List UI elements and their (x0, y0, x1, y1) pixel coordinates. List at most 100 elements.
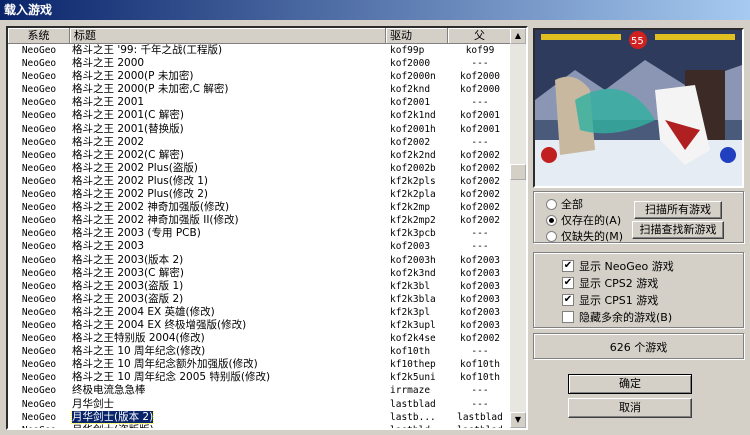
cell-driver: kf10thep (390, 359, 436, 371)
cell-driver: kof2002b (390, 162, 436, 174)
cell-parent: kof2003 (459, 254, 501, 266)
cell-system: NeoGeo (21, 306, 57, 318)
checkbox-cps1[interactable]: ✔ 显示 CPS1 游戏 (562, 292, 658, 308)
table-row[interactable]: NeoGeo 格斗之王 2001(C 解密) kof2k1nd kof2001 (8, 109, 512, 122)
preview-timer: 55 (631, 36, 644, 47)
table-row[interactable]: NeoGeo 格斗之王 2003 (专用 PCB) kf2k3pcb --- (8, 227, 512, 240)
table-row[interactable]: NeoGeo 格斗之王 2003(盗版 1) kf2k3bl kof2003 (8, 280, 512, 293)
column-header-system[interactable]: 系统 (8, 28, 70, 44)
cell-system: NeoGeo (21, 123, 57, 135)
cell-title: 格斗之王 2002 神奇加强版(修改) (72, 201, 230, 214)
cell-driver: kof2k2nd (390, 149, 436, 161)
cell-driver: kof2knd (390, 84, 431, 96)
cell-title: 格斗之王 2003(盗版 1) (72, 279, 184, 292)
scroll-down-button[interactable]: ▼ (510, 412, 526, 428)
table-row[interactable]: NeoGeo 月华剑士(版本 2) lastb... lastblad (8, 410, 512, 424)
check-icon: ✔ (562, 277, 574, 289)
cell-title: 格斗之王 2002 Plus(修改 1) (72, 174, 208, 187)
cancel-button[interactable]: 取消 (568, 398, 692, 418)
table-row[interactable]: NeoGeo 格斗之王 2001 kof2001 --- (8, 96, 512, 109)
table-row[interactable]: NeoGeo 格斗之王 2002 Plus(修改 1) kf2k2pls kof200… (8, 175, 512, 188)
cell-system: NeoGeo (21, 45, 57, 56)
game-list[interactable]: 系统 标题 驱动 父 NeoGeo 格斗之王 '99: 千年之战(工程版) kof9… (6, 26, 528, 430)
scroll-thumb[interactable] (510, 164, 526, 180)
table-row[interactable]: NeoGeo 格斗之王 2002 Plus(修改 2) kf2k2pla kof200… (8, 188, 512, 201)
column-header-driver[interactable]: 驱动 (386, 28, 448, 44)
cell-driver: kof99p (390, 45, 425, 56)
cell-driver: kof2003 (390, 241, 431, 253)
checkbox-neogeo[interactable]: ✔ 显示 NeoGeo 游戏 (562, 258, 674, 274)
radio-missing-only[interactable]: 仅缺失的(M) (546, 228, 623, 244)
cell-title: 格斗之王 10 周年纪念 2005 特别版(修改) (72, 371, 271, 384)
cell-title: 格斗之王 2002 (72, 135, 145, 148)
radio-existing-only[interactable]: 仅存在的(A) (546, 212, 621, 228)
table-row[interactable]: NeoGeo 格斗之王 2000(P 未加密) kof2000n kof2000 (8, 70, 512, 83)
cell-system: NeoGeo (21, 110, 57, 122)
table-row[interactable]: NeoGeo 格斗之王 2002 神奇加强版(修改) kf2k2mp kof2002 (8, 201, 512, 214)
cell-driver: kf2k2pls (390, 175, 436, 187)
cell-driver: kof2001 (390, 97, 431, 109)
table-row[interactable]: NeoGeo 格斗之王 2004 EX 英雄(修改) kf2k3pl kof2003 (8, 306, 512, 319)
cell-title: 月华剑士(盗版版) (72, 423, 154, 430)
cell-title: 格斗之王 10 周年纪念(修改) (72, 345, 206, 358)
cell-system: NeoGeo (21, 162, 57, 174)
cell-driver: kof2k4se (390, 333, 436, 345)
table-row[interactable]: NeoGeo 格斗之王 2002 Plus(盗版) kof2002b kof2002 (8, 162, 512, 175)
cell-parent: kof2002 (459, 149, 501, 161)
vertical-scrollbar[interactable]: ▲ ▼ (510, 28, 526, 428)
cell-parent: --- (471, 241, 489, 253)
table-row[interactable]: NeoGeo 格斗之王 2001(替换版) kof2001h kof2001 (8, 123, 512, 136)
cell-title: 格斗之王 2001(替换版) (72, 122, 184, 135)
cell-title: 格斗之王 2004 EX 终极增强版(修改) (72, 318, 247, 331)
ok-button[interactable]: 确定 (568, 374, 692, 394)
cell-system: NeoGeo (21, 359, 57, 371)
cell-system: NeoGeo (21, 189, 57, 201)
cell-system: NeoGeo (21, 228, 57, 240)
table-row[interactable]: NeoGeo 格斗之王 2004 EX 终极增强版(修改) kf2k3upl kof2… (8, 319, 512, 332)
cell-system: NeoGeo (21, 241, 57, 253)
table-row[interactable]: NeoGeo 格斗之王特别版 2004(修改) kof2k4se kof2002 (8, 332, 512, 345)
cell-system: NeoGeo (21, 319, 57, 331)
cell-parent: kof2002 (459, 189, 501, 201)
table-row[interactable]: NeoGeo 格斗之王 2003 kof2003 --- (8, 240, 512, 253)
cell-parent: kof2002 (459, 202, 501, 214)
scan-all-button[interactable]: 扫描所有游戏 (634, 201, 722, 219)
table-row[interactable]: NeoGeo 格斗之王 2002 kof2002 --- (8, 136, 512, 149)
cell-title: 格斗之王 2003 (专用 PCB) (72, 227, 201, 240)
cell-title: 格斗之王 2000(P 未加密,C 解密) (72, 83, 229, 96)
radio-all[interactable]: 全部 (546, 196, 583, 212)
table-row[interactable]: NeoGeo 格斗之王 2000 kof2000 --- (8, 57, 512, 70)
cell-title: 格斗之王 2004 EX 英雄(修改) (72, 305, 215, 318)
cell-parent: --- (471, 385, 489, 397)
cell-system: NeoGeo (21, 346, 57, 358)
table-row[interactable]: NeoGeo 格斗之王 2003(盗版 2) kf2k3bla kof2003 (8, 293, 512, 306)
checkbox-hide-extra[interactable]: 隐藏多余的游戏(B) (562, 309, 672, 325)
cell-title: 月华剑士 (72, 397, 114, 410)
table-row[interactable]: NeoGeo 格斗之王 10 周年纪念额外加强版(修改) kf10thep kof10… (8, 358, 512, 371)
checkbox-cps2[interactable]: ✔ 显示 CPS2 游戏 (562, 275, 658, 291)
table-row[interactable]: NeoGeo 格斗之王 10 周年纪念 2005 特别版(修改) kf2k5uni k… (8, 371, 512, 384)
column-header-parent[interactable]: 父 (448, 28, 512, 44)
cell-parent: --- (471, 58, 489, 70)
cell-parent: --- (471, 346, 489, 358)
table-row[interactable]: NeoGeo 格斗之王 2003(版本 2) kof2003h kof2003 (8, 254, 512, 267)
cell-system: NeoGeo (21, 333, 57, 345)
table-row[interactable]: NeoGeo 格斗之王 2000(P 未加密,C 解密) kof2knd kof200… (8, 83, 512, 96)
cell-driver: kf2k3pl (390, 306, 431, 318)
table-row[interactable]: NeoGeo 格斗之王 10 周年纪念(修改) kof10th --- (8, 345, 512, 358)
table-row[interactable]: NeoGeo 格斗之王 2003(C 解密) kof2k3nd kof2003 (8, 267, 512, 280)
cell-driver: kof10th (390, 346, 431, 358)
table-row[interactable]: NeoGeo 格斗之王 '99: 千年之战(工程版) kof99p kof99 (8, 44, 512, 57)
cell-driver: lastblad (390, 398, 436, 410)
table-row[interactable]: NeoGeo 格斗之王 2002 神奇加强版 II(修改) kf2k2mp2 kof2… (8, 214, 512, 227)
scan-new-button[interactable]: 扫描查找新游戏 (632, 221, 724, 239)
preview-image: 55 (535, 30, 742, 186)
table-row[interactable]: NeoGeo 格斗之王 2002(C 解密) kof2k2nd kof2002 (8, 149, 512, 162)
table-row[interactable]: NeoGeo 终极电流急急棒 irrmaze --- (8, 384, 512, 397)
cell-driver: kof2003h (390, 254, 436, 266)
scroll-up-button[interactable]: ▲ (510, 28, 526, 44)
table-row[interactable]: NeoGeo月华剑士(盗版版) lastbldlastblad (8, 423, 512, 430)
column-header-title[interactable]: 标题 (70, 28, 386, 44)
check-icon: ✔ (562, 294, 574, 306)
table-row[interactable]: NeoGeo 月华剑士 lastblad --- (8, 398, 512, 411)
